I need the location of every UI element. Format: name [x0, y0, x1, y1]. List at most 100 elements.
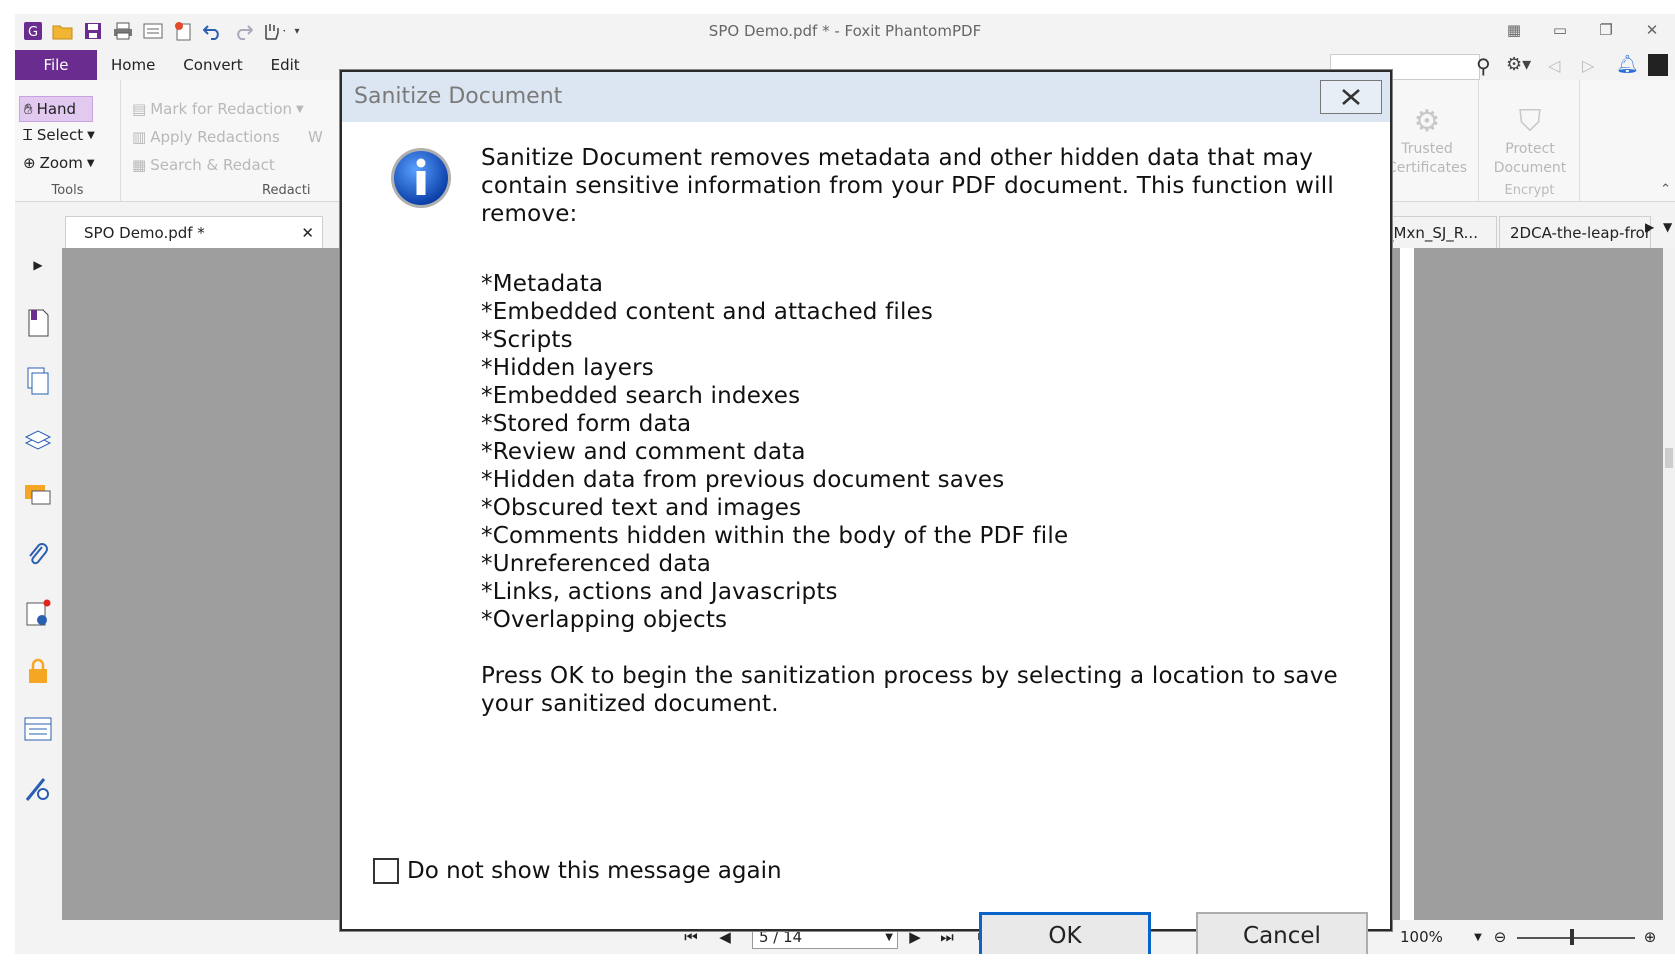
hand-button[interactable]: ✋︎ Hand [19, 96, 93, 122]
list-item: *Hidden layers [481, 355, 654, 381]
settings-gear-icon[interactable]: ⚙▾ [1506, 54, 1531, 75]
user-account-icon[interactable] [1648, 54, 1668, 76]
zoom-dropdown-icon[interactable]: ▼ [1471, 926, 1485, 948]
layers-icon[interactable] [23, 424, 53, 454]
list-item: *Review and comment data [481, 439, 806, 465]
security-lock-icon[interactable] [23, 656, 53, 686]
do-not-show-again-checkbox[interactable] [373, 858, 399, 884]
whiteout-button[interactable]: W [308, 128, 323, 146]
doc-tab-2dca[interactable]: 2DCA-the-leap-fror [1499, 216, 1651, 248]
zoom-out-icon[interactable]: ⊖ [1489, 926, 1511, 948]
minimize-icon[interactable]: ▭ [1537, 14, 1583, 46]
search-icon[interactable]: ⚲ [1476, 54, 1491, 78]
vertical-scrollbar[interactable] [1663, 248, 1675, 920]
scrollbar-thumb[interactable] [1665, 448, 1673, 468]
tab-edit[interactable]: Edit [257, 50, 314, 80]
collapse-ribbon-icon[interactable]: ⌃ [1660, 182, 1671, 197]
sanitize-document-dialog: Sanitize Document Sanitize Document remo… [340, 70, 1392, 954]
foxit-window: G ▾ SPO Demo.pdf * - Foxit PhantomPDF ▦ … [15, 14, 1675, 954]
tab-file[interactable]: File [15, 50, 97, 80]
hand-icon: ✋︎ [24, 100, 33, 118]
attachments-paperclip-icon[interactable] [23, 540, 53, 570]
list-item: *Embedded content and attached files [481, 299, 934, 325]
encrypt-group-label: Encrypt [1504, 183, 1555, 198]
forward-arrow-icon[interactable]: ▷ [1582, 56, 1594, 75]
close-tab-icon[interactable]: ✕ [301, 224, 314, 242]
dialog-close-button[interactable] [1320, 80, 1382, 114]
ok-button[interactable]: OK [979, 912, 1151, 954]
window-title: SPO Demo.pdf * - Foxit PhantomPDF [708, 22, 982, 40]
list-item: *Obscured text and images [481, 495, 802, 521]
comments-icon[interactable] [23, 482, 53, 512]
dialog-intro-text: Sanitize Document removes metadata and o… [481, 145, 1334, 227]
search-and-redact-button[interactable]: ▦ Search & Redact [132, 156, 275, 174]
redaction-group: ▤ Mark for Redaction ▼ ▥ Apply Redaction… [122, 80, 342, 202]
apply-redaction-icon: ▥ [132, 128, 147, 146]
tools-group: ✋︎ Hand Ꮖ Select ▼ ⊕ Zoom ▼ Tools [15, 80, 121, 202]
information-icon [391, 148, 451, 208]
tab-home[interactable]: Home [97, 50, 169, 80]
ribbon-display-icon[interactable]: ▦ [1491, 14, 1537, 46]
list-item: *Scripts [481, 327, 573, 353]
chevron-down-icon[interactable]: ▼ [885, 932, 893, 943]
doc-tab-spo-demo[interactable]: SPO Demo.pdf * ✕ [65, 216, 323, 248]
dialog-title: Sanitize Document [354, 84, 563, 109]
removal-items-list: *Metadata *Embedded content and attached… [481, 270, 1361, 634]
shield-icon: ⛉ [1518, 104, 1542, 139]
list-item: *Comments hidden within the body of the … [481, 523, 1069, 549]
notification-bell-icon[interactable]: 🔔︎ [1616, 54, 1639, 75]
apply-redactions-button[interactable]: ▥ Apply Redactions [132, 128, 280, 146]
expand-pane-icon[interactable]: ▶ [23, 250, 53, 280]
tools-group-label: Tools [51, 183, 84, 198]
certificate-gear-icon: ⚙ [1413, 104, 1441, 139]
zoom-slider-track[interactable] [1517, 937, 1635, 939]
redaction-group-label: Redacti [262, 183, 311, 198]
chevron-down-icon: ▼ [86, 157, 95, 169]
certificate-person-icon[interactable] [23, 774, 53, 804]
chevron-down-icon: ▼ [87, 129, 95, 141]
close-window-icon[interactable]: ✕ [1629, 14, 1675, 46]
zoom-level[interactable]: 100% [1400, 928, 1443, 946]
document-page-edge [1400, 248, 1414, 920]
trusted-certificates-button[interactable]: ⚙ Trusted Certificates [1383, 104, 1471, 178]
zoom-in-icon[interactable]: ⊕ [1639, 926, 1661, 948]
zoom-magnifier-icon: ⊕ [23, 154, 36, 172]
list-item: *Overlapping objects [481, 607, 728, 633]
encrypt-group: ⛉ Protect Document Encrypt [1480, 80, 1580, 202]
select-button[interactable]: Ꮖ Select ▼ [23, 126, 95, 144]
tab-list-dropdown-icon[interactable]: ▼ [1663, 220, 1672, 234]
window-controls: ▦ ▭ ❐ ✕ [1491, 14, 1675, 46]
checkbox-label: Do not show this message again [407, 858, 782, 884]
zoom-button[interactable]: ⊕ Zoom ▼ [23, 154, 95, 172]
list-item: *Stored form data [481, 411, 692, 437]
chevron-down-icon: ▼ [296, 103, 304, 115]
pages-thumbnail-icon[interactable] [23, 366, 53, 396]
tab-convert[interactable]: Convert [169, 50, 256, 80]
list-item: *Metadata [481, 271, 604, 297]
search-redact-icon: ▦ [132, 156, 147, 174]
mark-for-redaction-button[interactable]: ▤ Mark for Redaction ▼ [132, 100, 304, 118]
doc-tab-mxn[interactable]: _Mxn_SJ_R... [1375, 216, 1497, 248]
list-item: *Hidden data from previous document save… [481, 467, 1005, 493]
dialog-outro-text: Press OK to begin the sanitization proce… [481, 663, 1338, 717]
title-bar: G ▾ SPO Demo.pdf * - Foxit PhantomPDF ▦ … [15, 14, 1675, 48]
bookmark-icon[interactable] [23, 308, 53, 338]
dialog-message: Sanitize Document removes metadata and o… [481, 144, 1361, 718]
select-text-icon: Ꮖ [23, 126, 33, 144]
dialog-body: Sanitize Document removes metadata and o… [342, 122, 1390, 954]
navigation-pane: ▶ [15, 248, 61, 920]
restore-icon[interactable]: ❐ [1583, 14, 1629, 46]
tab-scroll-right-icon[interactable]: ▶ [1645, 220, 1654, 234]
zoom-slider-thumb[interactable] [1570, 929, 1574, 945]
cancel-button[interactable]: Cancel [1196, 912, 1368, 954]
signatures-icon[interactable] [23, 598, 53, 628]
protect-document-button[interactable]: ⛉ Protect Document [1486, 104, 1574, 178]
list-item: *Embedded search indexes [481, 383, 801, 409]
form-fields-icon[interactable] [23, 714, 53, 744]
list-item: *Unreferenced data [481, 551, 712, 577]
list-item: *Links, actions and Javascripts [481, 579, 838, 605]
mark-redaction-icon: ▤ [132, 100, 147, 118]
do-not-show-again-option[interactable]: Do not show this message again [373, 858, 782, 884]
dialog-title-bar: Sanitize Document [342, 72, 1390, 122]
back-arrow-icon[interactable]: ◁ [1548, 56, 1560, 75]
